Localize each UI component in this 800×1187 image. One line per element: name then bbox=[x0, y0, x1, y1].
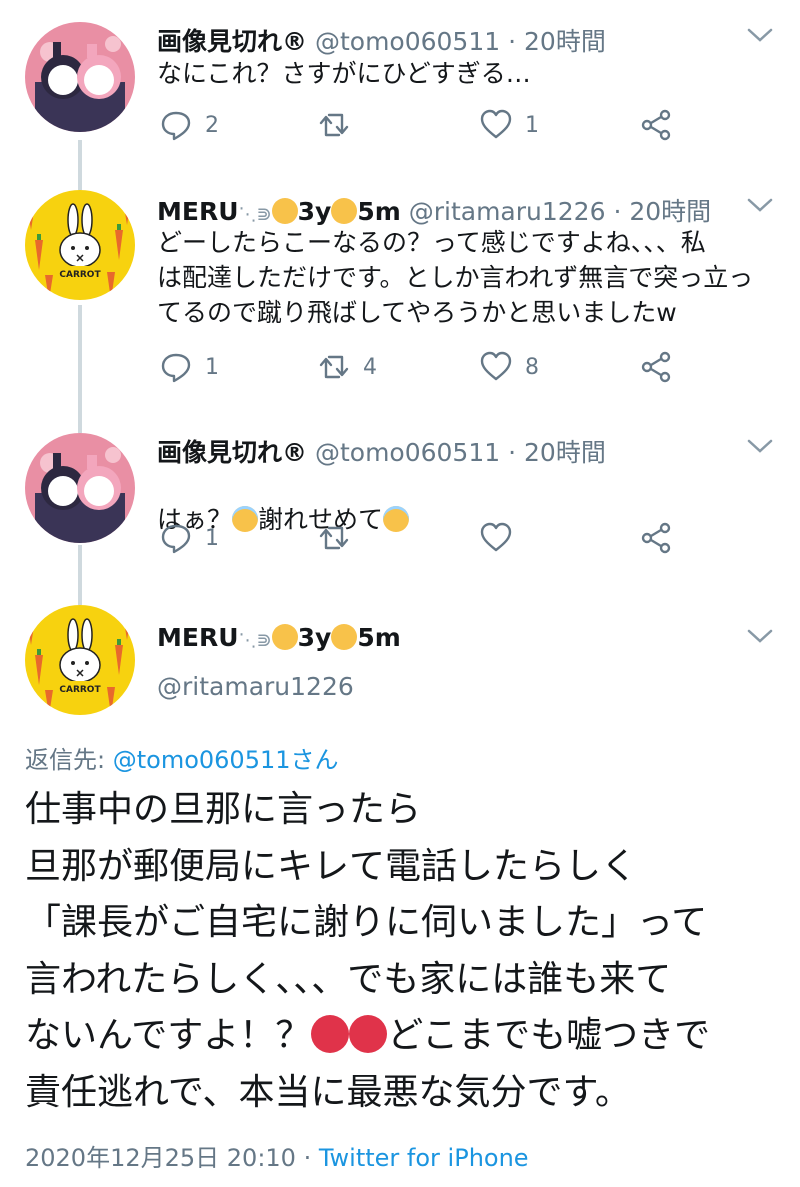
reply-to-label: 返信先: bbox=[25, 746, 106, 774]
reply-to: 返信先: @tomo060511さん bbox=[25, 740, 339, 775]
handle[interactable]: @ritamaru1226 bbox=[157, 672, 354, 701]
main-tweet-text: 仕事中の旦那に言ったら 旦那が郵便局にキレて電話したらしく 「課長がご自宅に謝り… bbox=[25, 782, 785, 1121]
tweet-source[interactable]: Twitter for iPhone bbox=[319, 1144, 529, 1172]
chevron-down-icon[interactable] bbox=[746, 627, 774, 645]
avatar[interactable]: CARROT bbox=[25, 605, 135, 715]
display-name[interactable]: MERU bbox=[157, 623, 239, 652]
main-tweet-name: MERU⋱⋑ 3y 5m bbox=[157, 623, 401, 652]
tweet-footer: 2020年12月25日 20:10 · Twitter for iPhone bbox=[25, 1138, 529, 1173]
child-emoji bbox=[331, 624, 358, 650]
name-suffix: 3y bbox=[297, 623, 332, 652]
angry-face-emoji bbox=[311, 1015, 350, 1053]
tweet-date[interactable]: 2020年12月25日 20:10 · bbox=[25, 1144, 311, 1172]
main-tweet: CARROT MERU⋱⋑ 3y 5m @ritamaru1226 返信先: @to… bbox=[0, 0, 800, 1187]
svg-text:CARROT: CARROT bbox=[59, 685, 101, 695]
name-suffix: 5m bbox=[357, 623, 401, 652]
reply-to-link[interactable]: @tomo060511さん bbox=[113, 746, 339, 774]
angry-face-emoji bbox=[349, 1015, 388, 1053]
sparkle-icon: ⋱⋑ bbox=[238, 630, 272, 651]
baby-emoji bbox=[271, 624, 298, 650]
